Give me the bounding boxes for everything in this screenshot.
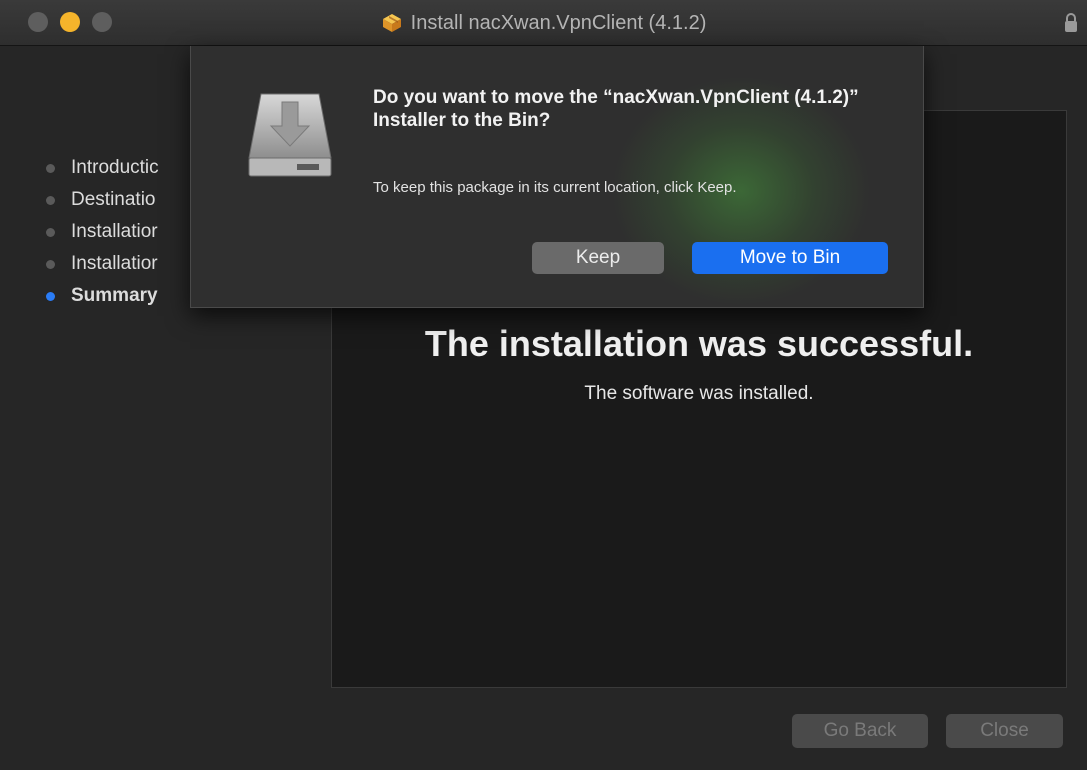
step-indicator-dot <box>46 259 55 269</box>
window-title-group: Install nacXwan.VpnClient (4.1.2) <box>0 0 1087 46</box>
move-to-bin-dialog: Do you want to move the “nacXwan.VpnClie… <box>190 46 924 308</box>
success-message: The software was installed. <box>584 383 814 404</box>
drive-download-icon <box>245 74 335 182</box>
dialog-message: To keep this package in its current loca… <box>373 179 737 196</box>
keep-button[interactable]: Keep <box>532 242 664 274</box>
sidebar-item-label: Summary <box>71 285 158 306</box>
close-button[interactable]: Close <box>946 714 1063 748</box>
title-bar: Install nacXwan.VpnClient (4.1.2) <box>0 0 1087 46</box>
dialog-title: Do you want to move the “nacXwan.VpnClie… <box>373 87 859 131</box>
package-icon <box>381 12 403 34</box>
sidebar-item-label: Destinatio <box>71 189 156 210</box>
sidebar-item-label: Installatior <box>71 253 158 274</box>
move-to-bin-button[interactable]: Move to Bin <box>692 242 888 274</box>
sidebar-item-label: Installatior <box>71 221 158 242</box>
step-indicator-dot <box>46 163 55 173</box>
success-heading: The installation was successful. <box>424 323 974 364</box>
window-title: Install nacXwan.VpnClient (4.1.2) <box>410 11 707 34</box>
sidebar-item-label: Introductic <box>71 157 159 178</box>
lock-icon <box>1063 12 1079 34</box>
step-indicator-dot <box>46 195 55 205</box>
step-indicator-dot <box>46 227 55 237</box>
step-indicator-dot-active <box>46 291 55 301</box>
go-back-button[interactable]: Go Back <box>792 714 928 748</box>
